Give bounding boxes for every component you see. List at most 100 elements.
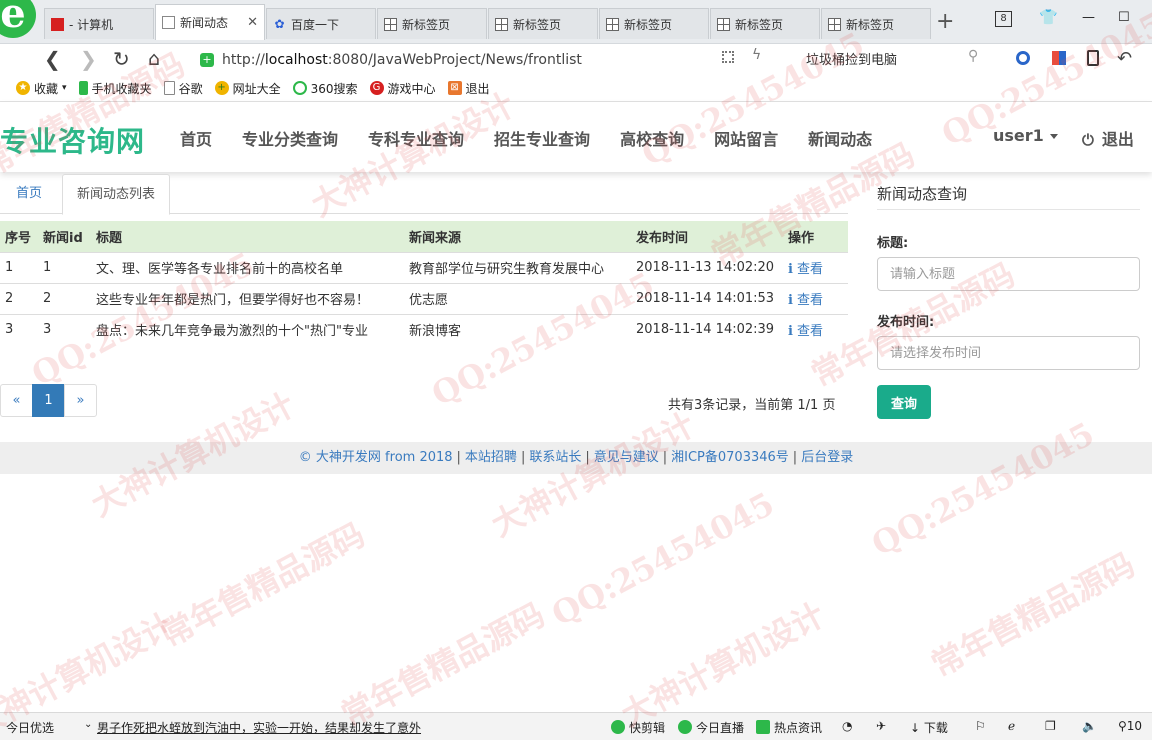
news-search-panel: 新闻动态查询 标题: 发布时间: 查询 bbox=[877, 172, 1140, 419]
record-count-info: 共有3条记录，当前第 1/1 页 bbox=[668, 398, 836, 413]
maximize-icon[interactable]: ☐ bbox=[1118, 10, 1130, 25]
news-table: 序号 新闻id 标题 新闻来源 发布时间 操作 1 1 文、理、医学等各专业排名… bbox=[0, 221, 848, 345]
footer-feedback-link[interactable]: 意见与建议 bbox=[594, 450, 659, 465]
site-favicon-icon bbox=[51, 17, 64, 31]
cell-news-id: 2 bbox=[38, 282, 91, 314]
footer-admin-login-link[interactable]: 后台登录 bbox=[801, 450, 853, 465]
tab-label: 新标签页 bbox=[846, 17, 895, 32]
undo-icon[interactable]: ↶ bbox=[1117, 47, 1132, 71]
query-button[interactable]: 查询 bbox=[877, 385, 931, 419]
reload-icon[interactable]: ↻ bbox=[113, 47, 130, 71]
status-download[interactable]: ↓ 下载 bbox=[910, 719, 948, 736]
rocket-icon[interactable]: ✈ bbox=[876, 719, 886, 733]
browser-tab-5[interactable]: 新标签页 bbox=[488, 8, 598, 39]
minimize-icon[interactable]: — bbox=[1082, 10, 1095, 25]
browser-tab-4[interactable]: 新标签页 bbox=[377, 8, 487, 39]
magnifier-icon[interactable] bbox=[1016, 51, 1030, 65]
cell-title: 文、理、医学等各专业排名前十的高校名单 bbox=[91, 251, 404, 283]
browser-tab-8[interactable]: 新标签页 bbox=[821, 8, 931, 39]
browser-tab-7[interactable]: 新标签页 bbox=[710, 8, 820, 39]
pagination-next[interactable]: » bbox=[64, 384, 97, 417]
menu-item-news[interactable]: 新闻动态 bbox=[808, 126, 872, 150]
favorites-bar: ★ 收藏 ▾ 手机收藏夹 谷歌 + 网址大全 360搜索 G 游戏中心 ⊠ 退出 bbox=[0, 75, 1152, 102]
search-suggestion[interactable]: 垃圾桶捡到电脑 bbox=[806, 49, 897, 68]
menu-item-college[interactable]: 高校查询 bbox=[620, 126, 684, 150]
main-menu: 首页 专业分类查询 专科专业查询 招生专业查询 高校查询 网站留言 新闻动态 bbox=[180, 126, 902, 150]
power-icon: ⏻ bbox=[1082, 131, 1094, 149]
publish-date-input[interactable] bbox=[877, 336, 1140, 370]
cell-action: i 查看 bbox=[783, 251, 848, 283]
view-label: 查看 bbox=[796, 262, 823, 277]
footer-copyright-link[interactable]: © 大神开发网 from 2018 bbox=[299, 450, 453, 465]
home-icon[interactable]: ⌂ bbox=[148, 47, 160, 71]
menu-item-junior-major[interactable]: 专科专业查询 bbox=[368, 126, 464, 150]
star-icon: ★ bbox=[16, 81, 30, 95]
new-tab-plus-icon[interactable]: + bbox=[936, 8, 954, 36]
window-icon[interactable]: ❐ bbox=[1045, 719, 1056, 733]
bolt-icon[interactable]: ϟ bbox=[752, 47, 761, 63]
tab-label: 新标签页 bbox=[624, 17, 673, 32]
breadcrumb-home[interactable]: 首页 bbox=[2, 174, 56, 215]
status-live[interactable]: 今日直播 bbox=[678, 719, 744, 736]
close-tab-icon[interactable]: ✕ bbox=[247, 15, 258, 30]
view-link[interactable]: i 查看 bbox=[788, 324, 823, 339]
date-field-label: 发布时间: bbox=[877, 315, 935, 330]
site-brand[interactable]: 专业咨询网 bbox=[0, 120, 145, 160]
footer-icp-link[interactable]: 湘ICP备0703346号 bbox=[671, 450, 789, 465]
title-field-label: 标题: bbox=[877, 236, 909, 251]
status-label: 今日直播 bbox=[696, 721, 745, 735]
fav-label: 360搜索 bbox=[310, 81, 358, 96]
browser-logo-icon[interactable]: e bbox=[0, 0, 36, 38]
flag-icon[interactable]: ⚐ bbox=[975, 719, 986, 733]
status-hot-news[interactable]: 热点资讯 bbox=[756, 719, 822, 736]
browser-tab-1[interactable]: - 计算机 bbox=[44, 8, 154, 39]
watermark-text: 常年售精品源码 bbox=[925, 545, 1141, 685]
apps-icon[interactable] bbox=[1052, 51, 1066, 65]
logout-label: 退出 bbox=[1101, 130, 1134, 149]
table-row: 3 3 盘点：未来几年竞争最为激烈的十个"热门"专业 新浪博客 2018-11-… bbox=[0, 313, 848, 345]
menu-item-major-category[interactable]: 专业分类查询 bbox=[242, 126, 338, 150]
baidu-paw-icon: ✿ bbox=[274, 16, 285, 31]
pagination-page-1[interactable]: 1 bbox=[32, 384, 65, 417]
view-link[interactable]: i 查看 bbox=[788, 262, 823, 277]
status-news-headline[interactable]: 男子作死把水蛭放到汽油中，实验一开始，结果却发生了意外 bbox=[97, 719, 421, 736]
title-search-input[interactable] bbox=[877, 257, 1140, 291]
search-icon[interactable]: ⚲ bbox=[968, 48, 978, 64]
speed-gauge-icon[interactable]: ◔ bbox=[842, 719, 852, 733]
cell-source: 新浪博客 bbox=[404, 313, 631, 345]
browser-tab-active[interactable]: 新闻动态 ✕ bbox=[155, 4, 265, 40]
cell-index: 1 bbox=[0, 251, 38, 283]
fav-item-collect[interactable]: ★ 收藏 ▾ bbox=[16, 80, 67, 97]
logout-button[interactable]: ⏻ 退出 bbox=[1082, 126, 1134, 150]
footer-contact-link[interactable]: 联系站长 bbox=[529, 450, 581, 465]
view-link[interactable]: i 查看 bbox=[788, 293, 823, 308]
fav-item-sites[interactable]: + 网址大全 bbox=[214, 80, 281, 97]
user-dropdown[interactable]: user1 bbox=[993, 126, 1058, 145]
status-zoom[interactable]: ⚲10 bbox=[1118, 719, 1142, 733]
menu-item-guestbook[interactable]: 网站留言 bbox=[714, 126, 778, 150]
back-arrow-icon[interactable]: ❮ bbox=[44, 47, 61, 71]
phone-icon[interactable] bbox=[1087, 50, 1099, 66]
browser-tab-3[interactable]: ✿ 百度一下 bbox=[266, 8, 376, 39]
status-quick-edit[interactable]: 快剪辑 bbox=[611, 719, 665, 736]
footer-jobs-link[interactable]: 本站招聘 bbox=[465, 450, 517, 465]
menu-item-enrollment-major[interactable]: 招生专业查询 bbox=[494, 126, 590, 150]
breadcrumb-current[interactable]: 新闻动态列表 bbox=[62, 174, 171, 215]
fav-item-exit[interactable]: ⊠ 退出 bbox=[447, 80, 490, 97]
volume-icon[interactable]: 🔈 bbox=[1082, 719, 1097, 733]
fav-item-360[interactable]: 360搜索 bbox=[292, 80, 358, 97]
chevron-double-down-icon[interactable]: ⌄ bbox=[84, 719, 92, 730]
ie-icon[interactable]: ℯ bbox=[1008, 719, 1015, 733]
qr-code-icon[interactable] bbox=[722, 51, 734, 63]
skin-shirt-icon[interactable]: 👕 bbox=[1039, 8, 1058, 26]
browser-tab-6[interactable]: 新标签页 bbox=[599, 8, 709, 39]
forward-arrow-icon[interactable]: ❯ bbox=[80, 47, 97, 71]
menu-item-home[interactable]: 首页 bbox=[180, 126, 212, 150]
fav-item-mobile[interactable]: 手机收藏夹 bbox=[78, 80, 152, 97]
fav-item-google[interactable]: 谷歌 bbox=[163, 80, 203, 97]
status-daily-picks[interactable]: 今日优选 bbox=[6, 719, 54, 736]
tab-count-badge[interactable]: 8 bbox=[995, 11, 1012, 27]
pagination-prev[interactable]: « bbox=[0, 384, 33, 417]
cell-publish-time: 2018-11-14 14:02:39 bbox=[631, 313, 783, 345]
fav-item-games[interactable]: G 游戏中心 bbox=[369, 80, 436, 97]
